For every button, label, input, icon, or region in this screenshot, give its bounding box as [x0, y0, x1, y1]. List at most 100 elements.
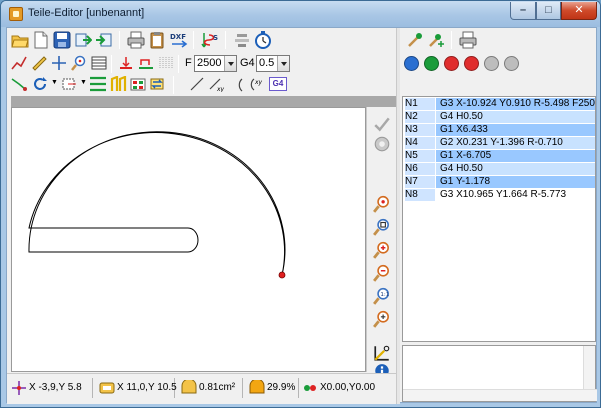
next-record-icon[interactable]: [484, 56, 499, 71]
polyline-tool-icon[interactable]: [11, 55, 27, 71]
nc-program-list[interactable]: N1 G3 X-10.924 Y0.910 R-5.498 F2500 N2 G4 …: [402, 96, 596, 342]
import-icon[interactable]: [74, 31, 92, 49]
add-node-icon[interactable]: [406, 31, 424, 49]
zoom-in-point-icon[interactable]: [373, 195, 391, 213]
nc-row[interactable]: N5 G1 X-6.705: [403, 150, 595, 162]
nc-row[interactable]: N7 G1 Y-1.178: [403, 176, 595, 188]
origin-axes-icon[interactable]: [373, 344, 391, 362]
insert-node-icon[interactable]: [427, 31, 445, 49]
last-record-icon[interactable]: [504, 56, 519, 71]
contour-toolbar: ▼ ▼ xy xy G4: [7, 73, 396, 96]
nc-row[interactable]: N4 G2 X0.231 Y-1.396 R-0.710: [403, 137, 595, 149]
rotate-icon[interactable]: [32, 76, 48, 92]
arc-tool-icon[interactable]: [229, 76, 245, 92]
g4-label: G4: [240, 57, 255, 69]
add-record-icon[interactable]: [444, 56, 459, 71]
zoom-toolstrip: 1:1: [366, 107, 396, 378]
apply-check-icon[interactable]: [373, 115, 391, 133]
dxf-import-icon[interactable]: DXF: [169, 31, 191, 49]
canvas-header-bar: [11, 96, 396, 107]
comment-memo[interactable]: [402, 345, 597, 402]
save-disk-icon[interactable]: [53, 31, 71, 49]
hatch-fill-icon[interactable]: [91, 55, 107, 71]
previous-record-icon[interactable]: [424, 56, 439, 71]
drawing-canvas[interactable]: [11, 107, 366, 372]
machine-icon[interactable]: [233, 31, 251, 49]
clipboard-icon[interactable]: [148, 31, 166, 49]
material-ratio: 29.9%: [267, 382, 296, 393]
node-path-icon[interactable]: [11, 76, 27, 92]
measure-ruler-icon[interactable]: [31, 55, 47, 71]
cursor-coords: X -3,9,Y 5.8: [29, 382, 82, 393]
stopwatch-icon[interactable]: [254, 31, 272, 49]
lead-in-icon[interactable]: [138, 55, 154, 71]
start-point-icon[interactable]: [118, 55, 134, 71]
nc-row[interactable]: N1 G3 X-10.924 Y0.910 R-5.498 F2500: [403, 98, 595, 110]
arc-xy-tool-icon[interactable]: xy: [249, 76, 265, 92]
rotate-dropdown-icon[interactable]: ▼: [51, 79, 58, 86]
g4-value: 0.5: [259, 57, 275, 69]
svg-text:DXF: DXF: [170, 33, 186, 41]
area-icon: [181, 380, 197, 394]
zoom-pan-icon[interactable]: [373, 310, 391, 328]
horizontal-scrollbar[interactable]: [403, 389, 597, 401]
svg-text:xy: xy: [216, 86, 225, 92]
vertical-scrollbar[interactable]: [583, 346, 595, 390]
nc-row[interactable]: N8 G3 X10.965 Y1.664 R-5.773: [403, 189, 595, 201]
bridges-icon[interactable]: [89, 76, 107, 92]
panel-splitter[interactable]: [396, 28, 400, 404]
frame-dropdown-icon[interactable]: ▼: [80, 79, 87, 86]
chevron-down-icon[interactable]: [224, 56, 236, 71]
print-nc-icon[interactable]: [459, 31, 477, 49]
status-ratio: 29.9%: [247, 378, 299, 398]
status-area: 0.81cm²: [179, 378, 243, 398]
minimize-button[interactable]: –: [510, 2, 536, 20]
zoom-point-icon[interactable]: [71, 55, 87, 71]
open-folder-icon[interactable]: [11, 31, 29, 49]
window-title: Teile-Editor [unbenannt]: [28, 7, 145, 19]
reverse-direction-icon[interactable]: [149, 76, 165, 92]
app-icon: [9, 7, 23, 21]
status-bar: X -3,9,Y 5.8 X 11,0,Y 10.5 0.81cm² 29.9%…: [7, 373, 396, 404]
svg-text:S: S: [213, 34, 218, 42]
settings-gear-icon[interactable]: [373, 135, 391, 153]
print-icon[interactable]: [127, 31, 145, 49]
toolbar-separator: [173, 76, 174, 94]
client-area: DXF S F 2500 G4 0.5 ▼ ▼ xy xy G4 1:1 X -…: [6, 27, 598, 404]
start-point-marker: [278, 271, 286, 279]
grid-dots-icon[interactable]: [158, 55, 174, 71]
svg-text:xy: xy: [254, 79, 263, 86]
chevron-down-icon[interactable]: [277, 56, 289, 71]
feed-value: 2500: [197, 57, 222, 69]
status-size: X 11,0,Y 10.5: [97, 378, 177, 398]
nc-row[interactable]: N6 G4 H0.50: [403, 163, 595, 175]
line-tool-icon[interactable]: [189, 76, 205, 92]
nc-toolbar: [400, 28, 598, 52]
close-button[interactable]: ✕: [561, 2, 597, 20]
path-order-icon[interactable]: S: [201, 31, 219, 49]
nc-row[interactable]: N2 G4 H0.50: [403, 111, 595, 123]
new-document-icon[interactable]: [32, 31, 50, 49]
nc-row[interactable]: N3 G1 X6.433: [403, 124, 595, 136]
feed-combo[interactable]: 2500: [194, 55, 237, 72]
delete-record-icon[interactable]: [464, 56, 479, 71]
part-contour: [28, 131, 286, 279]
first-record-icon[interactable]: [404, 56, 419, 71]
status-cursor: X -3,9,Y 5.8: [9, 378, 93, 398]
zoom-window-icon[interactable]: [373, 218, 391, 236]
zoom-out-icon[interactable]: [373, 264, 391, 282]
toolbar-separator: [178, 55, 179, 73]
crosshair-icon[interactable]: [51, 55, 67, 71]
export-icon[interactable]: [95, 31, 113, 49]
columns-icon[interactable]: [109, 76, 127, 92]
nesting-icon[interactable]: [130, 76, 146, 92]
maximize-button[interactable]: □: [536, 2, 561, 20]
line-xy-tool-icon[interactable]: xy: [209, 76, 225, 92]
nc-navigation: [400, 52, 598, 74]
zoom-in-icon[interactable]: [373, 241, 391, 259]
frame-icon[interactable]: [61, 76, 77, 92]
g4-combo[interactable]: 0.5: [256, 55, 290, 72]
status-origin: X0.00,Y0.00: [301, 378, 395, 398]
g4-dwell-button[interactable]: G4: [269, 77, 287, 91]
zoom-fit-icon[interactable]: 1:1: [373, 287, 391, 305]
